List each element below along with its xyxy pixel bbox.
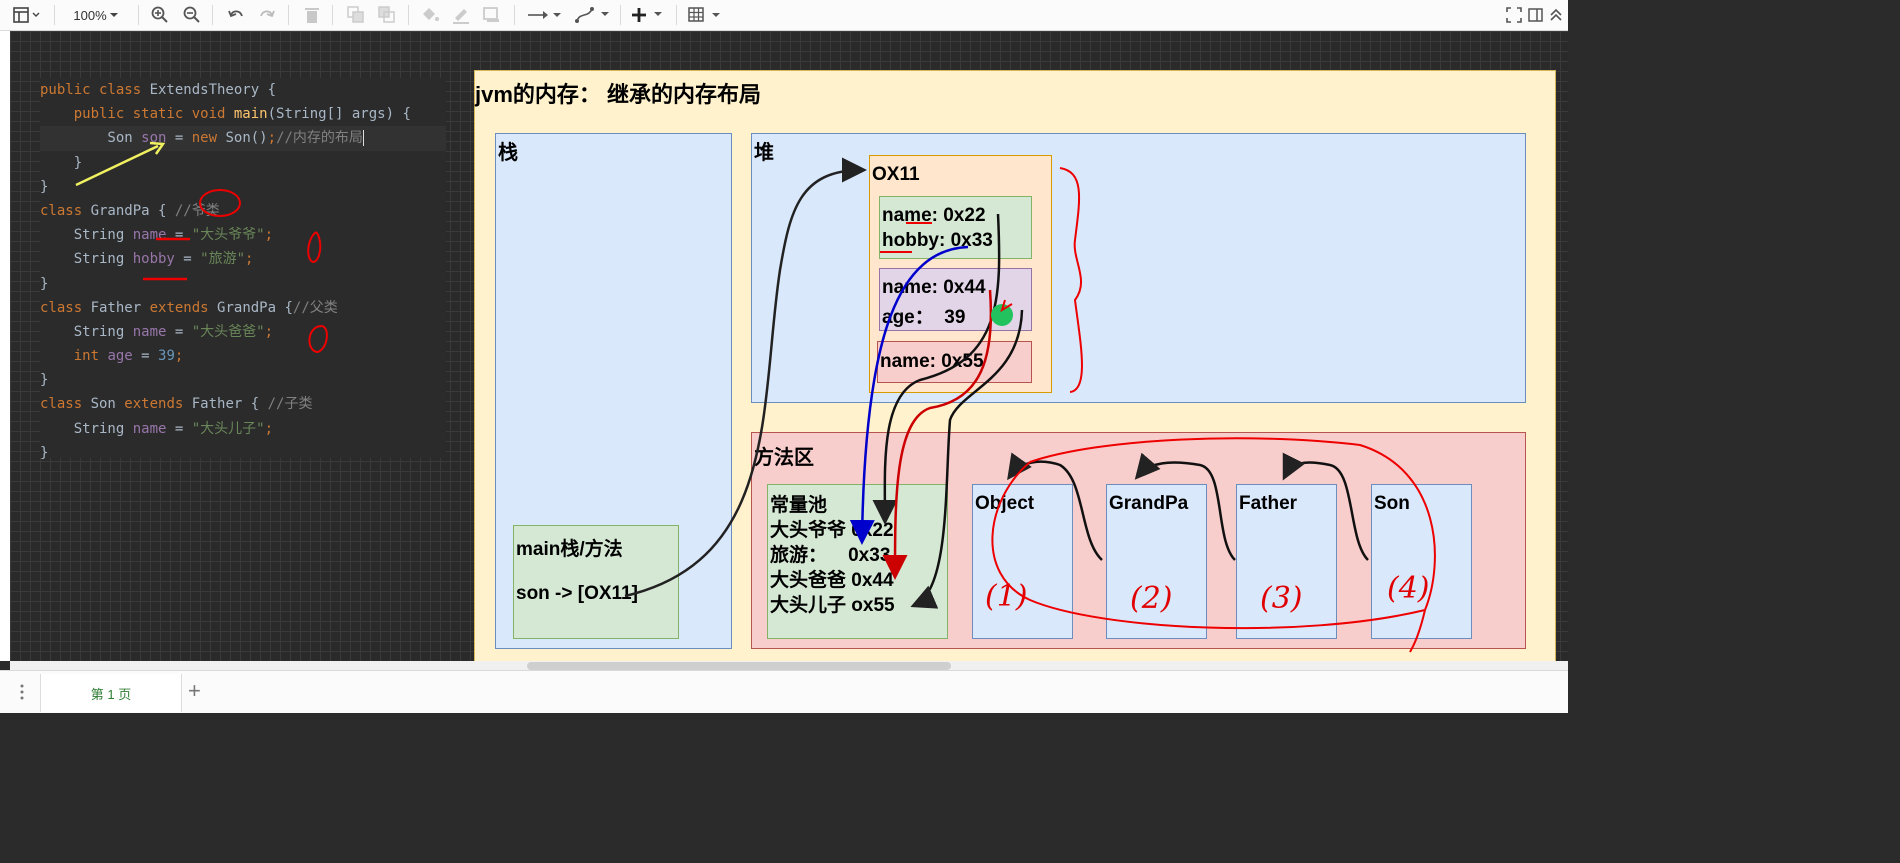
- horizontal-scrollbar-thumb[interactable]: [527, 662, 951, 670]
- red-brace: [1059, 167, 1083, 393]
- red-loop: [991, 437, 1436, 653]
- annotation-overlay: [75, 141, 1436, 653]
- inherit-arrow: [1007, 452, 1103, 561]
- inherit-arrow: [1282, 452, 1369, 561]
- red-scribble: [307, 231, 322, 264]
- yellow-pointer-arrow: [75, 144, 159, 187]
- hobby-pointer-arrow: [849, 245, 969, 545]
- red-circle-mark: [199, 189, 241, 217]
- red-scribble: [308, 325, 328, 354]
- add-page-button[interactable]: +: [188, 678, 201, 704]
- page-tab-1[interactable]: 第 1 页: [40, 674, 182, 712]
- reference-arrow: [624, 157, 867, 598]
- page-menu-button[interactable]: [18, 683, 26, 705]
- page-bar: +: [0, 670, 1568, 713]
- vertical-dots-icon: [20, 684, 24, 700]
- inherit-arrow: [1134, 452, 1236, 561]
